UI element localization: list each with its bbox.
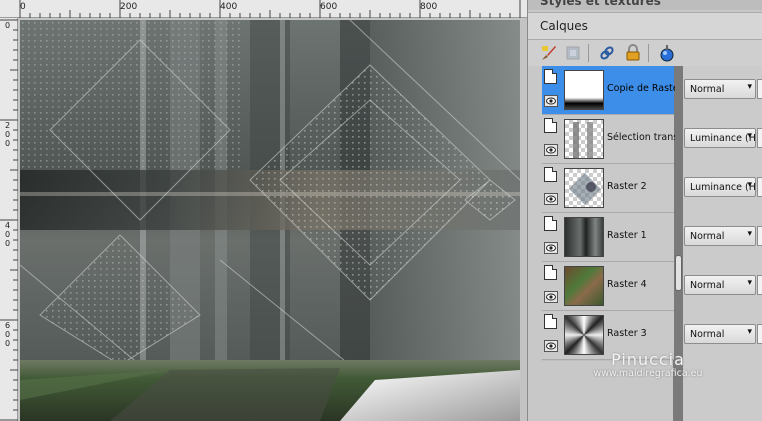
artwork: [20, 20, 520, 421]
eye-icon[interactable]: [544, 291, 558, 303]
layer-page-icon[interactable]: [544, 216, 557, 231]
layer-row-raster-2[interactable]: Raster 2: [542, 164, 674, 213]
globe-ball-icon[interactable]: [656, 42, 678, 64]
ruler-left-label: 0: [5, 139, 11, 148]
lock-icon[interactable]: [622, 42, 644, 64]
ruler-left-label: 4: [5, 221, 11, 230]
ruler-left-label: 2: [5, 121, 11, 130]
chevron-down-icon: ▾: [747, 327, 752, 337]
blend-mode-value: Normal: [690, 280, 725, 291]
layer-name[interactable]: Raster 1: [607, 230, 675, 241]
blend-mode-value: Normal: [690, 84, 725, 95]
eye-icon[interactable]: [544, 340, 558, 352]
layer-row-raster-4[interactable]: Raster 4: [542, 262, 674, 311]
ruler-left-label: 0: [5, 330, 11, 339]
chevron-down-icon: ▾: [747, 278, 752, 288]
ruler-left-label: 0: [5, 21, 11, 30]
blend-mode-select[interactable]: Normal ▾: [684, 79, 756, 99]
ruler-top-ticks: [19, 0, 521, 18]
layer-thumbnail: [564, 315, 604, 355]
blend-mode-select[interactable]: Luminance (H) ▾: [684, 177, 760, 197]
layer-name[interactable]: Sélection transfo: [607, 132, 675, 143]
blend-mode-value: Normal: [690, 231, 725, 242]
chevron-down-icon: ▾: [747, 82, 752, 92]
watermark: Pinuccia www.maidiregrafica.eu: [578, 350, 718, 379]
image-canvas[interactable]: [20, 20, 520, 421]
eye-icon[interactable]: [544, 193, 558, 205]
styles-panel-title: Styles et textures: [540, 0, 661, 8]
ruler-left-label: 0: [5, 130, 11, 139]
ruler-left-label: 0: [5, 339, 11, 348]
link-icon[interactable]: [596, 42, 618, 64]
opacity-field[interactable]: [757, 177, 762, 197]
blend-mode-select[interactable]: Normal ▾: [684, 275, 756, 295]
blend-mode-select[interactable]: Normal ▾: [684, 324, 756, 344]
layer-thumbnail: [564, 168, 604, 208]
watermark-url: www.maidiregrafica.eu: [593, 368, 703, 379]
chevron-down-icon: ▾: [747, 131, 752, 141]
layer-row-selection-transfo[interactable]: Sélection transfo: [542, 115, 675, 164]
blend-mode-value: Normal: [690, 329, 725, 340]
layer-thumbnail: [564, 266, 604, 306]
layer-page-icon[interactable]: [544, 167, 557, 182]
ruler-left-label: 0: [5, 230, 11, 239]
ruler-left-label: 0: [5, 239, 11, 248]
layers-panel-header[interactable]: Calques: [528, 12, 762, 40]
layer-name[interactable]: Raster 2: [607, 181, 675, 192]
layer-page-icon[interactable]: [544, 69, 557, 84]
paint-brush-icon[interactable]: [538, 42, 560, 64]
watermark-title: Pinuccia: [611, 350, 685, 369]
ruler-top[interactable]: 0 200 400 600 800: [0, 0, 527, 18]
canvas-area[interactable]: 0 200 400 600 800 0 2 0 0 4 0 0 6 0 0: [0, 0, 527, 421]
styles-panel-title-bar[interactable]: Styles et textures: [528, 0, 762, 10]
layer-name[interactable]: Raster 3: [607, 328, 675, 339]
toolbar-separator: [588, 44, 589, 62]
layer-row-copie-de-raster[interactable]: Copie de Raster: [542, 66, 675, 115]
ruler-left-label: 6: [5, 321, 11, 330]
layer-thumbnail: [564, 70, 604, 110]
ruler-left-ticks: [0, 19, 18, 421]
layer-name[interactable]: Copie de Raster: [607, 83, 675, 94]
layer-thumbnail: [564, 217, 604, 257]
eye-icon[interactable]: [544, 242, 558, 254]
layers-toolbar: [528, 40, 762, 66]
layer-name[interactable]: Raster 4: [607, 279, 675, 290]
layer-page-icon[interactable]: [544, 314, 557, 329]
layer-page-icon[interactable]: [544, 265, 557, 280]
opacity-field[interactable]: [757, 275, 762, 295]
chevron-down-icon: ▾: [747, 229, 752, 239]
ruler-left[interactable]: 0 2 0 0 4 0 0 6 0 0: [0, 18, 18, 421]
eye-icon[interactable]: [544, 95, 558, 107]
opacity-field[interactable]: [757, 226, 762, 246]
toolbar-separator: [648, 44, 649, 62]
layers-scrollbar-grip[interactable]: [675, 255, 682, 291]
opacity-field[interactable]: [757, 128, 762, 148]
chevron-down-icon: ▾: [747, 180, 752, 190]
opacity-field[interactable]: [757, 324, 762, 344]
layer-row-raster-1[interactable]: Raster 1: [542, 213, 674, 262]
psp-window: 0 200 400 600 800 0 2 0 0 4 0 0 6 0 0 St…: [0, 0, 762, 421]
mask-icon[interactable]: [562, 42, 584, 64]
blend-mode-select[interactable]: Normal ▾: [684, 226, 756, 246]
blend-mode-select[interactable]: Luminance (H) ▾: [684, 128, 760, 148]
layer-thumbnail: [564, 119, 604, 159]
layers-panel-title: Calques: [540, 19, 588, 33]
eye-icon[interactable]: [544, 144, 558, 156]
layer-page-icon[interactable]: [544, 118, 557, 133]
opacity-field[interactable]: [757, 79, 762, 99]
